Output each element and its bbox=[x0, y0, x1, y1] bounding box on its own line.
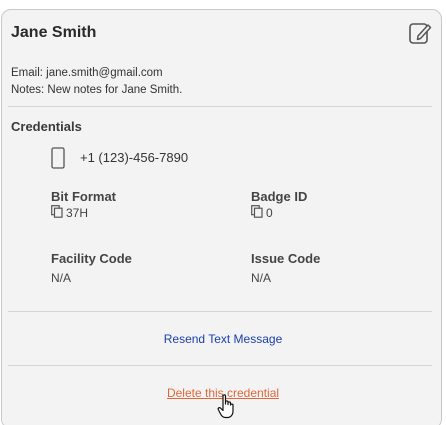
edit-icon[interactable] bbox=[408, 21, 432, 45]
credentials-heading: Credentials bbox=[11, 119, 82, 134]
divider bbox=[8, 365, 432, 366]
issue-code-label: Issue Code bbox=[251, 251, 321, 266]
facility-code-value: N/A bbox=[51, 271, 72, 285]
badge-id-label: Badge ID bbox=[251, 189, 308, 204]
divider bbox=[8, 311, 432, 312]
issue-code-value: N/A bbox=[251, 271, 272, 285]
badge-id-value: 0 bbox=[266, 206, 273, 220]
copy-icon[interactable] bbox=[251, 205, 263, 218]
bit-format-label: Bit Format bbox=[51, 189, 116, 204]
facility-code-label: Facility Code bbox=[51, 251, 132, 266]
resend-text-message-link[interactable]: Resend Text Message bbox=[0, 332, 446, 346]
credential-phone: +1 (123)-456-7890 bbox=[80, 150, 189, 165]
contact-name: Jane Smith bbox=[11, 24, 97, 41]
copy-icon[interactable] bbox=[51, 205, 63, 218]
hand-cursor-icon bbox=[217, 394, 234, 419]
screenshot-frame: Jane Smith Email: jane.smith@gmail.com N… bbox=[0, 0, 446, 425]
divider bbox=[8, 106, 432, 107]
contact-notes: Notes: New notes for Jane Smith. bbox=[11, 84, 183, 96]
contact-email: Email: jane.smith@gmail.com bbox=[11, 67, 163, 79]
bit-format-value: 37H bbox=[66, 206, 89, 220]
phone-icon bbox=[51, 147, 65, 169]
